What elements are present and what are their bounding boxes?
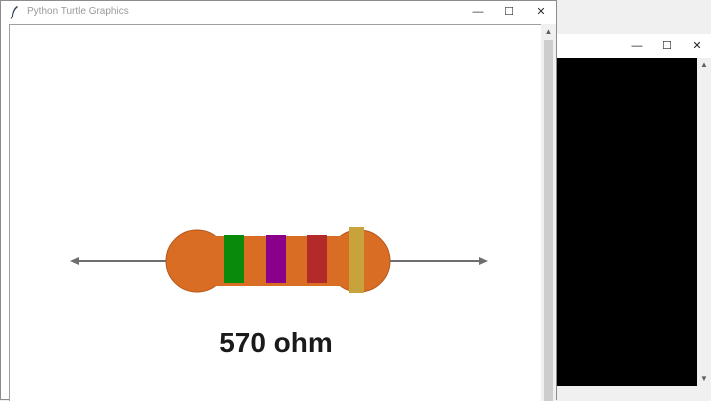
- vertical-scrollbar[interactable]: ▲: [541, 24, 556, 401]
- turtle-canvas[interactable]: 570 ohm: [9, 24, 541, 401]
- scroll-up-icon[interactable]: ▲: [697, 58, 711, 72]
- resistance-label: 570 ohm: [219, 327, 333, 358]
- maximize-button[interactable]: ☐: [658, 37, 676, 55]
- second-window-titlebar[interactable]: — ☐ ✕: [554, 34, 711, 58]
- color-band-4: [349, 227, 364, 293]
- maximize-button[interactable]: ☐: [499, 3, 519, 21]
- minimize-button[interactable]: —: [468, 3, 488, 21]
- vertical-scrollbar[interactable]: ▲ ▼: [697, 58, 711, 386]
- color-band-2: [266, 235, 286, 283]
- right-arrow-icon: [479, 257, 488, 265]
- color-band-3: [307, 235, 327, 283]
- close-button[interactable]: ✕: [688, 37, 706, 55]
- turtle-window: Python Turtle Graphics — ☐ ✕ 570 ohm ▲: [0, 0, 557, 401]
- feather-icon: [10, 6, 18, 19]
- close-button[interactable]: ✕: [531, 3, 551, 21]
- minimize-button[interactable]: —: [628, 37, 646, 55]
- scroll-down-icon[interactable]: ▼: [697, 372, 711, 386]
- scrollbar-thumb[interactable]: [544, 40, 553, 401]
- window-title: Python Turtle Graphics: [27, 6, 129, 17]
- horizontal-scrollbar[interactable]: [557, 386, 711, 400]
- color-band-1: [224, 235, 244, 283]
- console-area[interactable]: [557, 58, 697, 386]
- scroll-up-icon[interactable]: ▲: [541, 26, 556, 38]
- second-window: — ☐ ✕ ▲ ▼: [553, 34, 711, 400]
- left-arrow-icon: [70, 257, 79, 265]
- window-titlebar[interactable]: Python Turtle Graphics — ☐ ✕: [1, 1, 556, 23]
